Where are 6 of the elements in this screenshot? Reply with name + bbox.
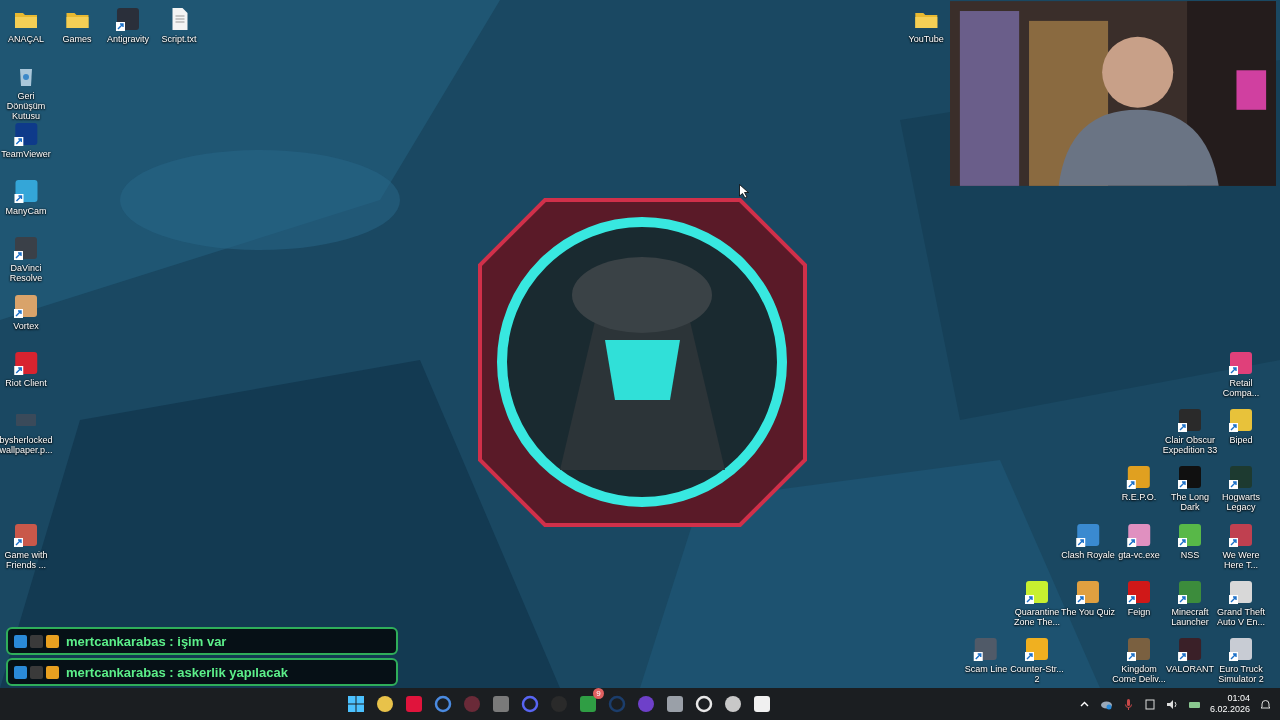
clock-date: 6.02.2026 xyxy=(1209,704,1250,715)
clock-time: 01:04 xyxy=(1227,693,1250,704)
notification-count: 9 xyxy=(592,688,604,699)
device-icon[interactable] xyxy=(1143,697,1157,711)
start-button[interactable] xyxy=(345,694,366,714)
clock[interactable]: 01:04 6.02.2026 xyxy=(1209,693,1250,715)
